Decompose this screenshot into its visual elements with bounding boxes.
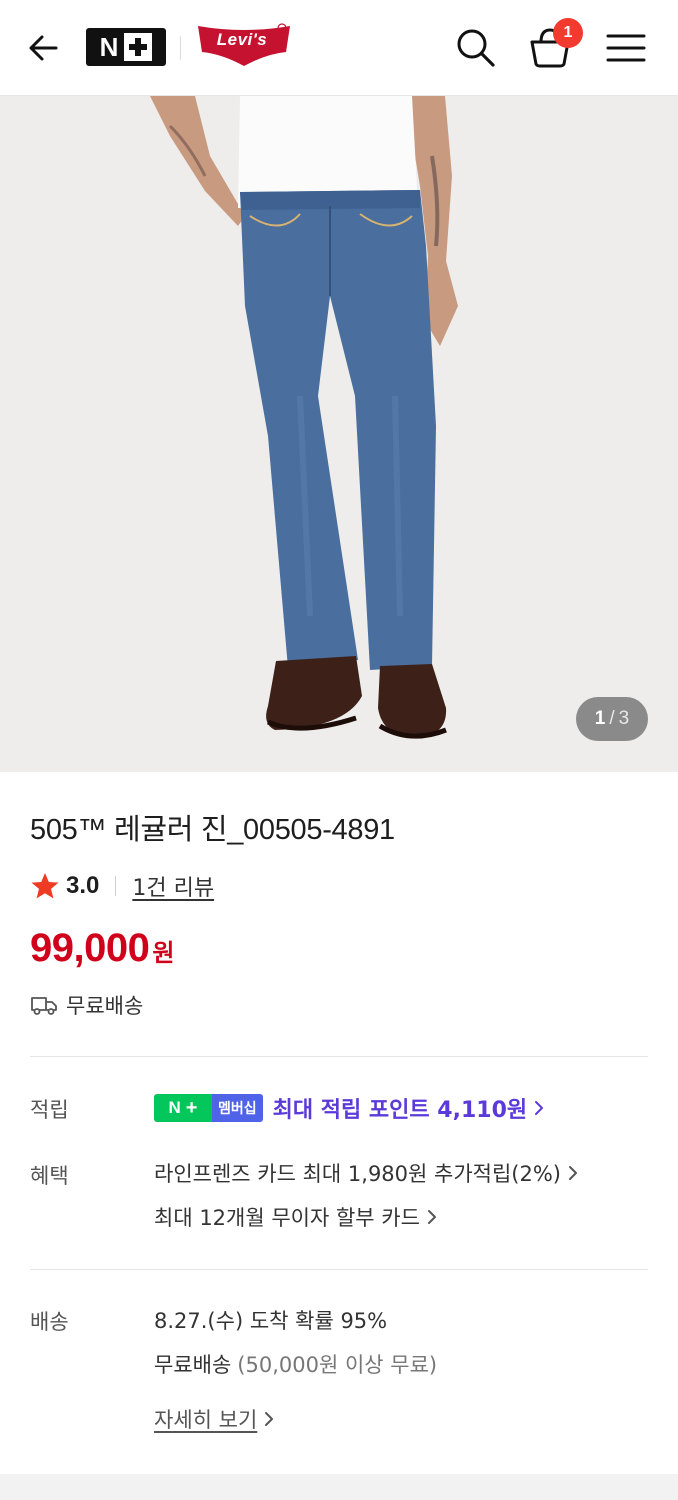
plus-icon [124,33,153,61]
section-separator-band [0,1474,678,1500]
installment-benefit-text: 최대 12개월 무이자 할부 카드 [154,1206,420,1230]
back-arrow-icon[interactable] [22,26,66,70]
free-shipping-info: 무료배송 (50,000원 이상 무료) [154,1349,437,1379]
chevron-right-icon [569,1166,577,1180]
plus-icon: + [185,1097,198,1119]
section-divider [30,1056,648,1057]
image-pager: 1 / 3 [576,697,648,741]
chevron-right-icon [265,1412,274,1426]
delivery-label: 배송 [30,1310,69,1334]
membership-badge-logo: N + [154,1094,212,1122]
benefits-label: 혜택 [30,1164,69,1188]
top-app-bar: N Levi's 1 [0,0,678,96]
points-label: 적립 [30,1098,69,1122]
naver-plus-membership-badge: N + 멤버십 [154,1094,263,1122]
cart-count-badge: 1 [553,18,583,48]
chevron-right-icon [427,1210,436,1224]
installment-benefit[interactable]: 최대 12개월 무이자 할부 카드 [154,1202,438,1232]
price: 99,000 원 [30,926,174,971]
price-amount: 99,000 [30,926,150,970]
pager-separator: / [609,708,615,729]
membership-points-link[interactable]: N + 멤버십 최대 적립 포인트 4,110원 [154,1092,545,1124]
card-points-benefit[interactable]: 라인프렌즈 카드 최대 1,980원 추가적립(2%) [154,1158,579,1188]
review-count-link[interactable]: 1건 리뷰 [132,870,214,902]
max-points-text: 최대 적립 포인트 4,110원 [272,1098,528,1123]
delivery-eta: 8.27.(수) 도착 확률 95% [154,1305,387,1335]
delivery-eta-text: 8.27.(수) 도착 확률 95% [154,1309,388,1333]
naver-n-letter: N [99,32,119,62]
rating-score: 3.0 [66,872,100,899]
delivery-truck-icon [31,997,57,1015]
logo-divider [180,36,181,60]
membership-badge-text: 멤버십 [212,1094,263,1122]
product-image[interactable] [0,96,678,772]
free-shipping-condition: (50,000원 이상 무료) [237,1353,438,1377]
delivery-detail-link[interactable]: 자세히 보기 [154,1404,275,1434]
membership-badge-letter: N [168,1098,181,1117]
search-icon[interactable] [452,24,498,70]
free-shipping-text: 무료배송 [154,1353,232,1377]
product-title: 505™ 레귤러 진_00505-4891 [30,814,395,846]
rating-divider [115,876,117,896]
pager-current: 1 [594,708,606,729]
price-currency: 원 [152,939,175,967]
shipping-summary: 무료배송 [30,990,143,1020]
jeans-model-photo [150,96,458,739]
levis-wordmark: Levi's [216,30,268,49]
shipping-summary-text: 무료배송 [66,994,144,1018]
rating-row: 3.0 1건 리뷰 [30,868,214,904]
pager-total: 3 [618,708,630,729]
chevron-right-icon [535,1101,544,1115]
star-icon [31,873,59,899]
section-divider [30,1269,648,1270]
levis-logo[interactable]: Levi's [196,22,292,68]
menu-icon[interactable] [604,28,648,68]
delivery-detail-text: 자세히 보기 [154,1408,258,1432]
card-points-benefit-text: 라인프렌즈 카드 최대 1,980원 추가적립(2%) [154,1162,561,1186]
naver-plus-logo[interactable]: N [86,28,166,66]
